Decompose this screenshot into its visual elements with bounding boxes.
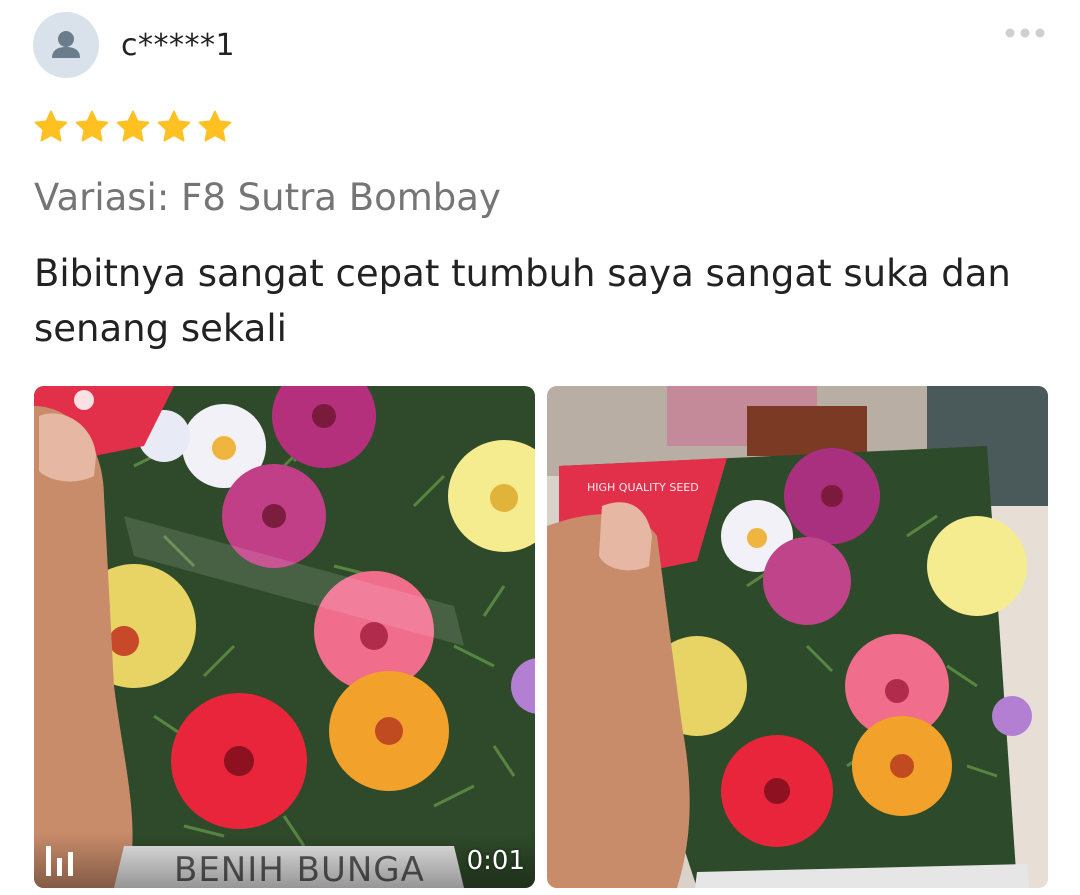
flower-seed-packet-photo-2: HIGH QUALITY SEED (547, 386, 1048, 888)
review-video-thumbnail[interactable]: BENIH BUNGA 0:01 (34, 386, 535, 888)
review-text: Bibitnya sangat cepat tumbuh saya sangat… (34, 252, 1011, 350)
video-overlay (34, 832, 535, 888)
star-icon (116, 110, 150, 142)
star-icon (34, 110, 68, 142)
video-bars-icon (46, 846, 73, 876)
flower-seed-packet-photo: BENIH BUNGA (34, 386, 535, 888)
star-icon (157, 110, 191, 142)
more-horizontal-icon (1005, 28, 1045, 38)
video-duration: 0:01 (466, 846, 525, 876)
user-avatar-icon (52, 31, 80, 58)
rating-stars (33, 110, 233, 144)
package-tag-text: HIGH QUALITY SEED (587, 481, 699, 494)
reviewer-avatar[interactable] (33, 12, 99, 78)
reviewer-name[interactable]: c*****1 (121, 28, 235, 63)
product-variation: Variasi: F8 Sutra Bombay (34, 176, 501, 219)
review-photo-thumbnail[interactable]: HIGH QUALITY SEED (547, 386, 1048, 888)
star-icon (198, 110, 232, 142)
star-icon (75, 110, 109, 142)
more-options-button[interactable] (1000, 22, 1050, 44)
